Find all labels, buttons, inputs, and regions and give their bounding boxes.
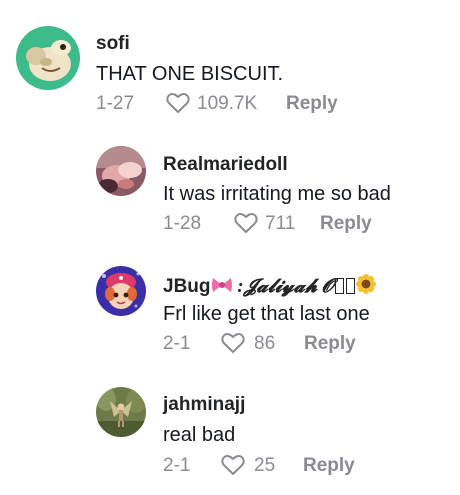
comment-date: 2-1 (163, 455, 191, 476)
like-count: 86 (254, 333, 276, 354)
comment-date: 2-1 (163, 333, 191, 354)
like-count: 109.7K (197, 93, 258, 114)
sunflower-emoji-icon (355, 274, 376, 294)
like-button[interactable]: 25 (221, 453, 291, 479)
comment-meta: 2-1 25 Reply (163, 453, 443, 479)
reply-button[interactable]: Reply (320, 211, 372, 237)
like-button[interactable]: 711 (234, 211, 304, 237)
username-main: JBug (163, 276, 211, 297)
avatar[interactable] (96, 146, 146, 196)
missing-glyph-icon (334, 278, 344, 294)
comment-date: 1-27 (96, 93, 135, 114)
reply-button[interactable]: Reply (303, 453, 355, 479)
reply-button[interactable]: Reply (304, 331, 356, 357)
like-count: 25 (254, 455, 276, 476)
avatar[interactable] (16, 26, 80, 90)
comment-text: It was irritating me so bad (163, 183, 391, 205)
heart-icon (234, 213, 258, 233)
comment-text: real bad (163, 424, 236, 446)
strawberry-shortcake-avatar-icon (96, 266, 146, 316)
reply-button[interactable]: Reply (286, 91, 338, 117)
comment-username[interactable]: jahminajj (163, 394, 245, 416)
reply-comment-item: Realmariedoll It was irritating me so ba… (0, 130, 460, 250)
username-rest: :𝓙𝓪𝓵𝓲𝔂𝓪𝓱 𝓞 (232, 276, 334, 297)
avatar[interactable] (96, 266, 146, 316)
comment-date: 1-28 (163, 213, 202, 234)
dog-avatar-icon (16, 26, 80, 90)
heart-icon (221, 333, 245, 353)
fairy-forest-avatar-icon (96, 387, 146, 437)
heart-icon (166, 93, 190, 113)
like-count: 711 (265, 213, 296, 234)
ribbon-emoji-icon (211, 278, 232, 292)
heart-icon (221, 455, 245, 475)
like-button[interactable]: 86 (221, 331, 291, 357)
comment-text: Frl like get that last one (163, 303, 370, 325)
comment-text: THAT ONE BISCUIT. (96, 63, 284, 85)
photo-avatar-icon (96, 146, 146, 196)
reply-comment-item: JBug :𝓙𝓪𝓵𝓲𝔂𝓪𝓱 𝓞 Frl like get that last o… (0, 250, 460, 370)
comment-meta: 2-1 86 Reply (163, 331, 443, 357)
like-button[interactable]: 109.7K (166, 91, 266, 117)
comment-meta: 1-28 711 Reply (163, 211, 443, 237)
comment-meta: 1-27 109.7K Reply (96, 91, 436, 117)
comment-username[interactable]: JBug :𝓙𝓪𝓵𝓲𝔂𝓪𝓱 𝓞 (163, 274, 376, 298)
reply-comment-item: jahminajj real bad 2-1 25 Reply (0, 370, 460, 495)
avatar[interactable] (96, 387, 146, 437)
comment-username[interactable]: Realmariedoll (163, 154, 288, 176)
comment-item: sofi THAT ONE BISCUIT. 1-27 109.7K Reply (0, 0, 460, 130)
comment-username[interactable]: sofi (96, 33, 130, 55)
missing-glyph-icon (345, 278, 355, 294)
